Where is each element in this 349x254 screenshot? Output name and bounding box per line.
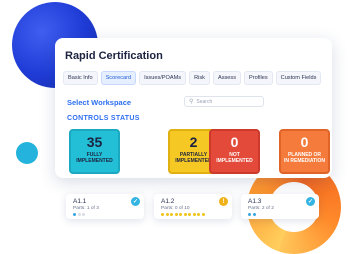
control-parts: Parts: 0 of 10 — [161, 206, 190, 211]
controls-status-heading: CONTROLS STATUS — [67, 115, 140, 122]
search-input[interactable]: ⚲ Search — [184, 96, 264, 107]
status-label: FULLY IMPLEMENTED — [76, 152, 112, 164]
progress-dot — [183, 213, 187, 216]
control-id: A1.1 — [73, 198, 87, 205]
tab-profiles[interactable]: Profiles — [244, 71, 273, 85]
status-count: 35 — [86, 134, 103, 150]
select-workspace-link[interactable]: Select Workspace — [67, 98, 131, 107]
tab-risk[interactable]: Risk — [189, 71, 210, 85]
status-label-line: IMPLEMENTED — [76, 158, 113, 164]
control-card-a1-2[interactable]: A1.2 Parts: 0 of 10 ! — [154, 194, 232, 219]
status-card-not-implemented[interactable]: 0 NOT IMPLEMENTED — [209, 129, 260, 174]
tab-basic-info[interactable]: Basic Info — [63, 71, 98, 85]
search-placeholder: Search — [196, 98, 213, 105]
progress-dot — [161, 213, 164, 216]
progress-dot — [165, 213, 169, 216]
progress-dot — [192, 213, 196, 216]
control-card-a1-1[interactable]: A1.1 Parts: 1 of 3 ✓ — [66, 194, 144, 219]
status-count: 0 — [230, 134, 239, 150]
control-parts: Parts: 1 of 3 — [73, 206, 99, 211]
progress-dot — [170, 213, 173, 216]
status-label: PLANNED OR IN REMEDIATION — [284, 152, 325, 164]
control-id: A1.3 — [248, 198, 262, 205]
status-card-planned-or-in-remediation[interactable]: 0 PLANNED OR IN REMEDIATION — [279, 129, 330, 174]
progress-dots — [248, 213, 256, 216]
status-label-line: IMPLEMENTED — [216, 158, 253, 164]
status-count: 0 — [300, 134, 309, 150]
search-icon: ⚲ — [189, 99, 194, 105]
progress-dot — [77, 213, 81, 216]
progress-dot — [201, 213, 205, 216]
progress-dot — [82, 213, 85, 216]
progress-dot — [174, 213, 178, 216]
control-card-a1-3[interactable]: A1.3 Parts: 2 of 2 ✓ — [241, 194, 319, 219]
progress-dot — [188, 213, 191, 216]
check-circle-icon: ✓ — [131, 197, 140, 206]
warning-circle-icon: ! — [219, 197, 228, 206]
progress-dots — [73, 213, 85, 216]
tab-custom-fields[interactable]: Custom Fields — [275, 71, 322, 85]
control-parts: Parts: 2 of 2 — [248, 206, 274, 211]
decorative-cyan-dot — [16, 142, 38, 164]
status-label: PARTIALLY IMPLEMENTED — [175, 152, 211, 164]
progress-dots — [161, 213, 205, 216]
status-label-line: IN REMEDIATION — [283, 158, 326, 164]
tab-assess[interactable]: Assess — [212, 71, 241, 85]
control-id: A1.2 — [161, 198, 175, 205]
tab-bar: Basic Info Scorecard Issues/POAMs Risk A… — [63, 71, 322, 85]
check-circle-icon: ✓ — [306, 197, 315, 206]
tab-issues-poams[interactable]: Issues/POAMs — [139, 71, 187, 85]
progress-dot — [179, 213, 182, 216]
progress-dot — [248, 213, 251, 216]
progress-dot — [252, 213, 256, 216]
certification-panel: Rapid Certification Basic Info Scorecard… — [55, 38, 332, 178]
status-card-fully-implemented[interactable]: 35 FULLY IMPLEMENTED — [69, 129, 120, 174]
status-label: NOT IMPLEMENTED — [216, 152, 252, 164]
tab-scorecard[interactable]: Scorecard — [100, 71, 137, 85]
status-label-line: IMPLEMENTED — [175, 158, 212, 164]
status-count: 2 — [189, 134, 198, 150]
progress-dot — [73, 213, 76, 216]
page-title: Rapid Certification — [65, 50, 163, 62]
progress-dot — [197, 213, 200, 216]
